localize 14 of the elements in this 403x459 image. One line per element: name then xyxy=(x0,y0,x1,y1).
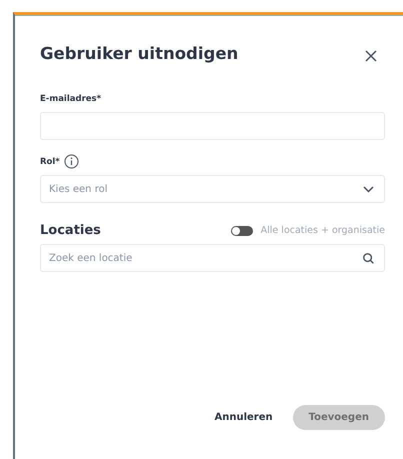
role-select[interactable]: Kies een rol xyxy=(40,175,385,203)
toggle-switch[interactable] xyxy=(230,226,253,236)
cancel-button[interactable]: Annuleren xyxy=(210,406,277,429)
info-icon xyxy=(64,154,79,169)
close-icon xyxy=(365,50,377,62)
location-search-field[interactable]: Zoek een locatie xyxy=(40,244,385,272)
role-label: Rol* xyxy=(40,156,60,166)
toggle-label: Alle locaties + organisatie xyxy=(260,225,385,236)
email-label: E-mailadres* xyxy=(40,94,102,104)
locations-heading: Locaties xyxy=(40,223,101,238)
email-field[interactable] xyxy=(40,112,385,140)
chevron-down-icon xyxy=(363,186,374,192)
dialog-title: Gebruiker uitnodigen xyxy=(40,44,238,62)
search-icon xyxy=(363,252,374,264)
